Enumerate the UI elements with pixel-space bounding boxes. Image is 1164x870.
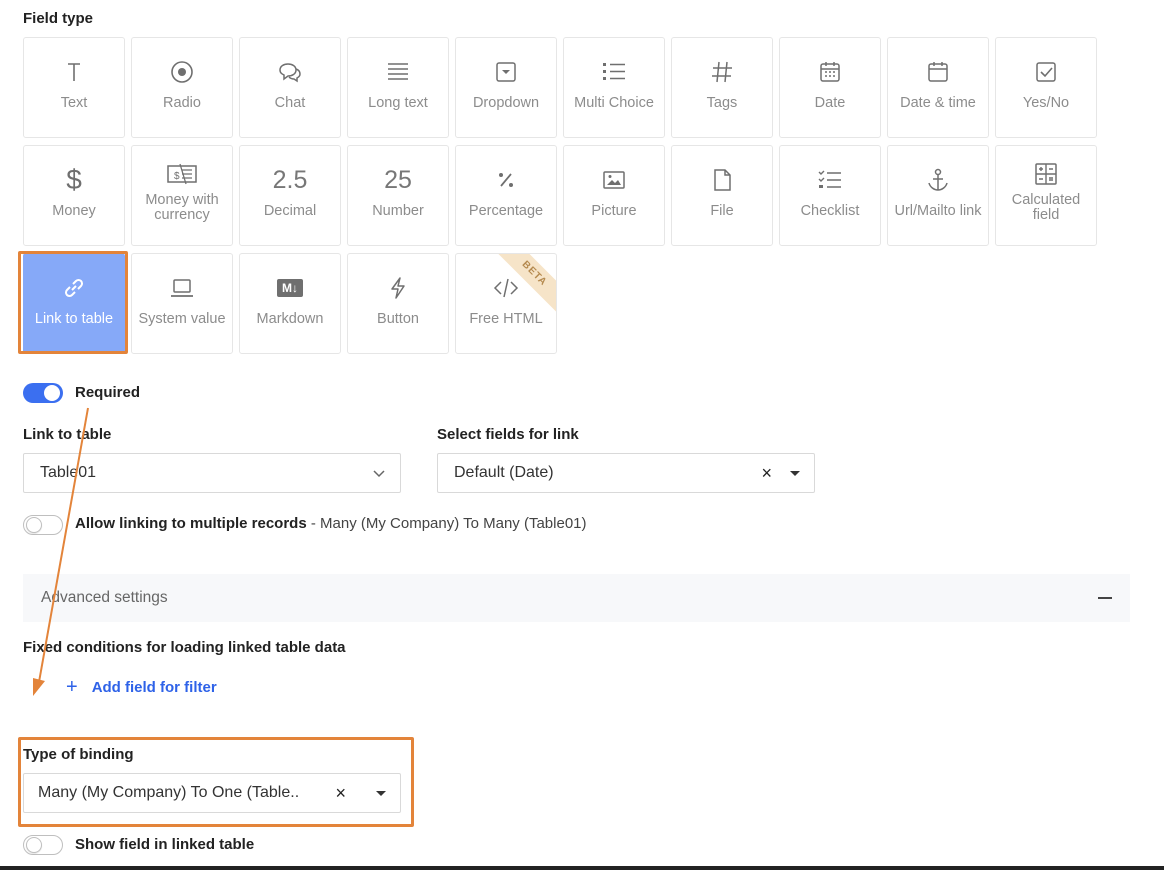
required-label: Required <box>75 384 141 401</box>
add-field-label: Add field for filter <box>91 678 217 696</box>
clear-icon[interactable]: × <box>335 783 346 804</box>
fixed-conditions-title: Fixed conditions for loading linked tabl… <box>23 639 346 656</box>
file-icon <box>709 162 735 198</box>
laptop-icon <box>169 270 195 306</box>
tile-multi-choice[interactable]: Multi Choice <box>563 37 665 138</box>
add-field-for-filter-button[interactable]: + Add field for filter <box>66 676 217 698</box>
field-type-grid: Text Radio Chat Long text Dropdown Multi… <box>23 37 1103 357</box>
money-currency-icon: $ <box>166 156 198 192</box>
tile-percentage[interactable]: Percentage <box>455 145 557 246</box>
long-text-icon <box>385 54 411 90</box>
tile-yes-no[interactable]: Yes/No <box>995 37 1097 138</box>
tile-link-to-table[interactable]: Link to table <box>23 253 125 354</box>
tile-radio[interactable]: Radio <box>131 37 233 138</box>
tile-decimal[interactable]: 2.5 Decimal <box>239 145 341 246</box>
tile-chat[interactable]: Chat <box>239 37 341 138</box>
code-icon <box>493 270 519 306</box>
show-field-label: Show field in linked table <box>75 836 255 853</box>
dollar-icon: $ <box>66 164 82 195</box>
advanced-settings-label: Advanced settings <box>41 589 168 606</box>
allow-multiple-label: Allow linking to multiple records - Many… <box>75 515 587 532</box>
tile-file[interactable]: File <box>671 145 773 246</box>
type-of-binding-select[interactable]: Many (My Company) To One (Table.. × <box>23 773 401 813</box>
number-icon: 25 <box>384 165 412 194</box>
collapse-icon[interactable] <box>1098 597 1112 599</box>
tile-markdown[interactable]: M↓ Markdown <box>239 253 341 354</box>
tile-system-value[interactable]: System value <box>131 253 233 354</box>
caret-down-icon[interactable] <box>376 790 386 796</box>
chevron-down-icon <box>373 470 385 478</box>
link-to-table-label: Link to table <box>23 426 112 443</box>
tile-free-html[interactable]: BETA Free HTML <box>455 253 557 354</box>
dropdown-icon <box>493 54 519 90</box>
tile-money-with-currency[interactable]: $ Money with currency <box>131 145 233 246</box>
field-type-title: Field type <box>23 10 94 27</box>
toggle-knob <box>44 385 60 401</box>
radio-icon <box>169 54 195 90</box>
allow-multiple-desc: - Many (My Company) To Many (Table01) <box>310 515 587 532</box>
link-to-table-value: Table01 <box>40 464 97 481</box>
toggle-knob <box>26 517 42 533</box>
allow-multiple-toggle[interactable] <box>23 515 63 535</box>
picture-icon <box>601 162 627 198</box>
bottom-border <box>0 866 1164 870</box>
type-of-binding-label: Type of binding <box>23 746 134 763</box>
tile-money[interactable]: $ Money <box>23 145 125 246</box>
tile-button[interactable]: Button <box>347 253 449 354</box>
plus-icon: + <box>66 676 78 698</box>
select-fields-label: Select fields for link <box>437 426 579 443</box>
decimal-icon: 2.5 <box>272 165 308 194</box>
percent-icon <box>493 162 519 198</box>
tile-picture[interactable]: Picture <box>563 145 665 246</box>
markdown-icon: M↓ <box>277 270 303 306</box>
calendar-blank-icon <box>925 54 951 90</box>
calendar-icon <box>817 54 843 90</box>
checkbox-icon <box>1033 54 1059 90</box>
link-icon <box>61 270 87 306</box>
lightning-icon <box>385 270 411 306</box>
advanced-settings-header[interactable]: Advanced settings <box>23 574 1130 622</box>
link-to-table-select[interactable]: Table01 <box>23 453 401 493</box>
tile-tags[interactable]: Tags <box>671 37 773 138</box>
tile-long-text[interactable]: Long text <box>347 37 449 138</box>
clear-icon[interactable]: × <box>761 463 772 484</box>
select-fields-select[interactable]: Default (Date) × <box>437 453 815 493</box>
tile-date[interactable]: Date <box>779 37 881 138</box>
caret-down-icon[interactable] <box>790 470 800 476</box>
required-toggle[interactable] <box>23 383 63 403</box>
tile-number[interactable]: 25 Number <box>347 145 449 246</box>
type-of-binding-value: Many (My Company) To One (Table.. <box>38 784 300 801</box>
anchor-icon <box>925 162 951 198</box>
tile-checklist[interactable]: Checklist <box>779 145 881 246</box>
checklist-icon <box>817 162 843 198</box>
toggle-knob <box>26 837 42 853</box>
chat-icon <box>277 54 303 90</box>
multi-choice-icon <box>601 54 627 90</box>
show-field-toggle[interactable] <box>23 835 63 855</box>
text-icon <box>61 54 87 90</box>
tile-url-mailto[interactable]: Url/Mailto link <box>887 145 989 246</box>
tile-calculated-field[interactable]: Calculated field <box>995 145 1097 246</box>
svg-text:$: $ <box>174 171 180 182</box>
calculator-icon <box>1033 156 1059 192</box>
hash-icon <box>709 54 735 90</box>
tile-date-time[interactable]: Date & time <box>887 37 989 138</box>
tile-text[interactable]: Text <box>23 37 125 138</box>
select-fields-value: Default (Date) <box>454 464 554 481</box>
tile-dropdown[interactable]: Dropdown <box>455 37 557 138</box>
allow-multiple-text: Allow linking to multiple records <box>75 515 307 532</box>
